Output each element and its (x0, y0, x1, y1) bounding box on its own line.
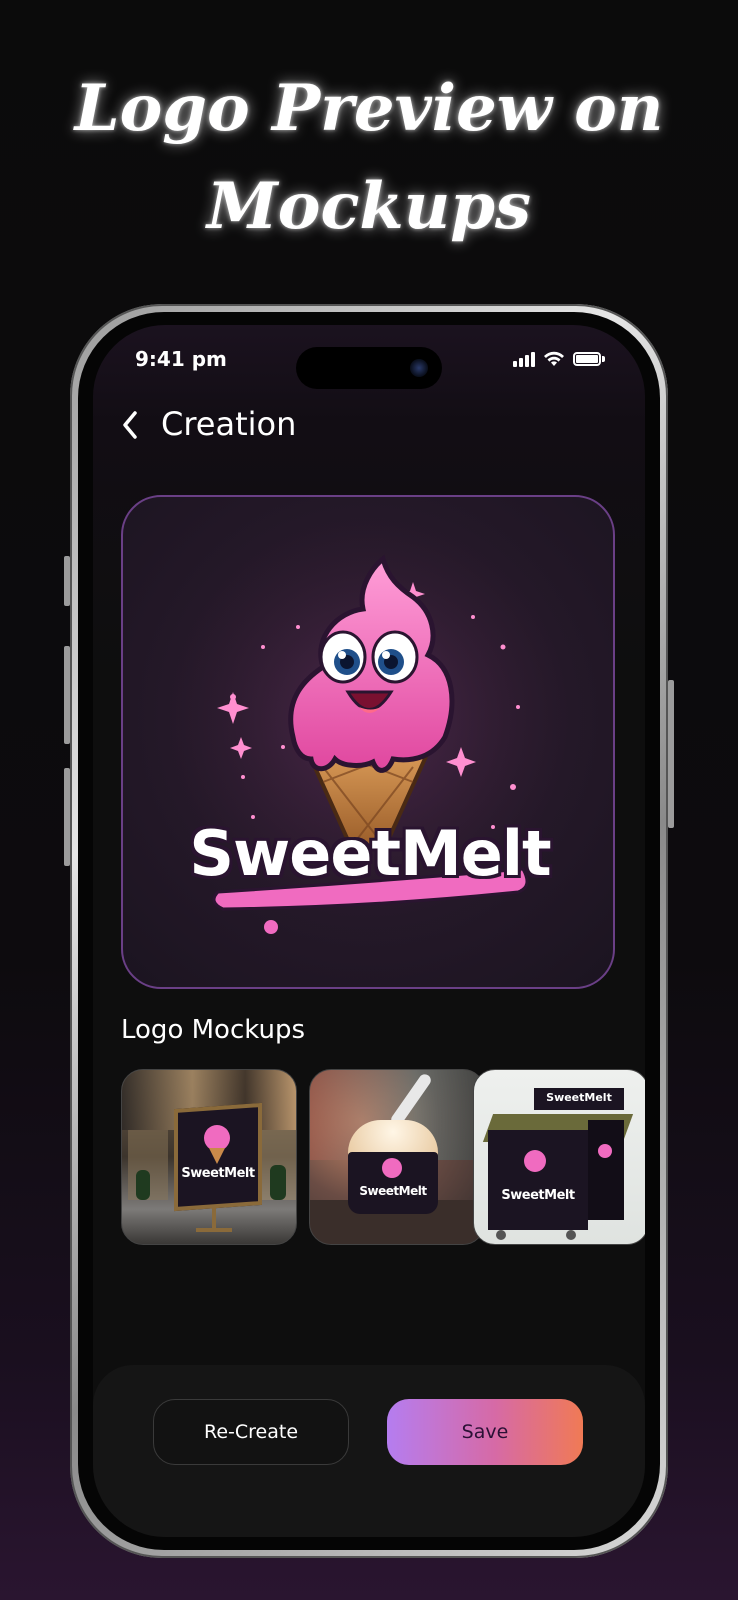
mockup-ice-cream-cup[interactable]: SweetMelt (309, 1069, 485, 1245)
phone-screen: 9:41 pm Creation SweetMelt Logo Mockups … (93, 325, 645, 1537)
mockup-cart-top-text: SweetMelt (546, 1091, 612, 1104)
battery-icon (573, 352, 605, 366)
mockups-carousel[interactable]: SweetMelt SweetMelt SweetMelt SweetMelt (121, 1069, 645, 1245)
phone-volume-down (64, 768, 70, 866)
mockup-cup-brand-text: SweetMelt (359, 1184, 427, 1198)
headline-line-1: Logo Preview on (74, 71, 664, 146)
wifi-icon (544, 351, 564, 366)
mockup-storefront-sign[interactable]: SweetMelt (121, 1069, 297, 1245)
logo-preview-card[interactable]: SweetMelt (121, 495, 615, 989)
sweetmelt-logo (123, 497, 613, 987)
status-time: 9:41 pm (135, 347, 227, 371)
phone-side-button (64, 556, 70, 606)
mockup-cart-brand-text: SweetMelt (501, 1188, 575, 1203)
dynamic-island (296, 347, 442, 389)
headline-line-2: Mockups (206, 169, 532, 244)
bottom-action-bar: Re-Create Save (93, 1365, 645, 1537)
page-title: Creation (161, 405, 297, 443)
save-button[interactable]: Save (387, 1399, 583, 1465)
status-icons (513, 351, 605, 367)
logo-brand-text: SweetMelt (189, 817, 551, 890)
mockup-sign-brand-text: SweetMelt (181, 1166, 255, 1181)
promo-headline: Logo Preview on Mockups (0, 60, 738, 256)
phone-volume-up (64, 646, 70, 744)
recreate-button[interactable]: Re-Create (153, 1399, 349, 1465)
signal-icon (513, 351, 535, 367)
logo-mockups-title: Logo Mockups (121, 1015, 306, 1045)
mockup-freezer-cart[interactable]: SweetMelt SweetMelt (473, 1069, 645, 1245)
back-chevron-icon[interactable] (117, 407, 143, 443)
phone-power-button (668, 680, 674, 828)
